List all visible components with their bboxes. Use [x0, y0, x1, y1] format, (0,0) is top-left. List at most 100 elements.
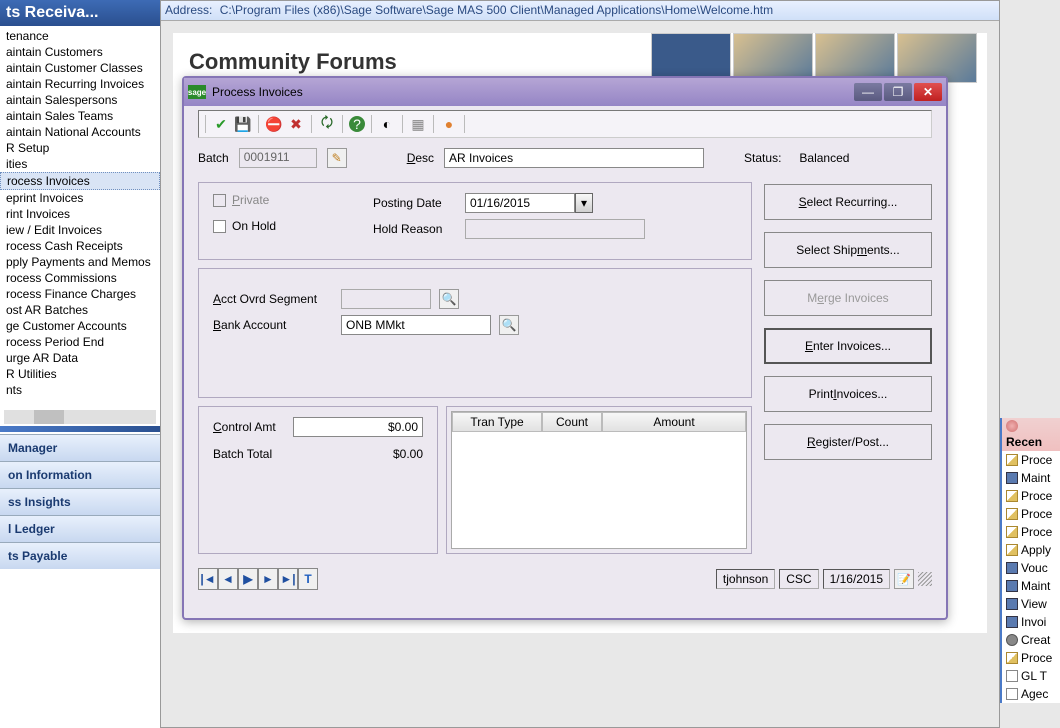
first-record-button[interactable]: |◄ [198, 568, 218, 590]
recent-item[interactable]: Invoi [1002, 613, 1060, 631]
last-record-button[interactable]: ►| [278, 568, 298, 590]
onhold-checkbox[interactable] [213, 220, 226, 233]
sidebar-item[interactable]: aintain Customers [0, 44, 160, 60]
recent-item[interactable]: View [1002, 595, 1060, 613]
sidebar-item[interactable]: nts [0, 382, 160, 398]
hold-reason-label: Hold Reason [373, 222, 459, 236]
sidebar-item[interactable]: aintain Sales Teams [0, 108, 160, 124]
enter-invoices-button[interactable]: Enter Invoices... [764, 328, 932, 364]
batch-label: Batch [198, 151, 229, 165]
hold-reason-field [465, 219, 645, 239]
recent-item[interactable]: Maint [1002, 469, 1060, 487]
sidebar-item[interactable]: iew / Edit Invoices [0, 222, 160, 238]
sidebar-section[interactable]: l Ledger [0, 515, 160, 542]
dialog-body: ✔ 💾 ⛔ ✖ 🗘 ? ◐ ▦ ● Batch 0001911 ✎ Desc [184, 106, 946, 598]
sidebar-item[interactable]: R Utilities [0, 366, 160, 382]
batch-lookup-button[interactable]: ✎ [327, 148, 347, 168]
recent-item[interactable]: Proce [1002, 451, 1060, 469]
chart-icon[interactable]: ◐ [378, 115, 396, 133]
sidebar-item[interactable]: rint Invoices [0, 206, 160, 222]
recent-item[interactable]: Maint [1002, 577, 1060, 595]
onhold-label: On Hold [232, 219, 276, 233]
chevron-down-icon[interactable]: ▾ [575, 193, 593, 213]
recent-item[interactable]: Proce [1002, 505, 1060, 523]
sidebar-item[interactable]: ities [0, 156, 160, 172]
scrollbar[interactable] [4, 410, 156, 424]
recent-item[interactable]: Proce [1002, 487, 1060, 505]
sidebar-section[interactable]: ts Payable [0, 542, 160, 569]
sidebar-item[interactable]: aintain Recurring Invoices [0, 76, 160, 92]
select-recurring-button[interactable]: Select Recurring... [764, 184, 932, 220]
tran-table: Tran Type Count Amount [451, 411, 747, 549]
status-label: Status: [744, 151, 781, 165]
sidebar-item[interactable]: rocess Finance Charges [0, 286, 160, 302]
sidebar-item[interactable]: tenance [0, 28, 160, 44]
sidebar-item[interactable]: urge AR Data [0, 350, 160, 366]
office-icon[interactable]: ● [440, 115, 458, 133]
refresh-icon[interactable]: 🗘 [318, 115, 336, 133]
recent-item[interactable]: Creat [1002, 631, 1060, 649]
sidebar-item[interactable]: rocess Period End [0, 334, 160, 350]
control-amt-input[interactable] [293, 417, 423, 437]
sidebar-item[interactable]: ge Customer Accounts [0, 318, 160, 334]
scroll-thumb[interactable] [34, 410, 64, 424]
recent-item[interactable]: Apply [1002, 541, 1060, 559]
recent-item[interactable]: Proce [1002, 649, 1060, 667]
prev-record-button[interactable]: ◄ [218, 568, 238, 590]
edit-status-button[interactable]: 📝 [894, 569, 914, 589]
recent-item[interactable]: Agec [1002, 685, 1060, 703]
bank-lookup-button[interactable]: 🔍 [499, 315, 519, 335]
help-icon[interactable]: ? [349, 116, 365, 132]
status-date: 1/16/2015 [823, 569, 890, 589]
sidebar-section[interactable]: ss Insights [0, 488, 160, 515]
cancel-icon[interactable]: ⛔ [265, 115, 283, 133]
delete-icon[interactable]: ✖ [287, 115, 305, 133]
item-icon [1006, 634, 1018, 646]
next-record-button[interactable]: ► [258, 568, 278, 590]
recent-item[interactable]: GL T [1002, 667, 1060, 685]
item-icon [1006, 652, 1018, 664]
sidebar-item[interactable]: aintain Salespersons [0, 92, 160, 108]
sidebar-item[interactable]: rocess Invoices [0, 172, 160, 190]
recent-item[interactable]: Proce [1002, 523, 1060, 541]
acct-lookup-button[interactable]: 🔍 [439, 289, 459, 309]
dialog-title: Process Invoices [212, 85, 854, 99]
maximize-button[interactable]: ❐ [884, 83, 912, 101]
item-icon [1006, 562, 1018, 574]
register-post-button[interactable]: Register/Post... [764, 424, 932, 460]
print-invoices-button[interactable]: Print Invoices... [764, 376, 932, 412]
record-nav-bar: |◄ ◄ ▶ ► ►| T tjohnson CSC 1/16/2015 📝 [198, 568, 932, 590]
sidebar-item[interactable]: rocess Commissions [0, 270, 160, 286]
sidebar-section[interactable]: Manager [0, 434, 160, 461]
desc-input[interactable] [444, 148, 704, 168]
resize-grip[interactable] [918, 572, 932, 586]
sidebar-item[interactable]: aintain National Accounts [0, 124, 160, 140]
grid-icon[interactable]: ▦ [409, 115, 427, 133]
posting-date-input[interactable] [465, 193, 575, 213]
sidebar-item[interactable]: aintain Customer Classes [0, 60, 160, 76]
recent-header: Recen [1002, 418, 1060, 451]
sidebar-item[interactable]: ost AR Batches [0, 302, 160, 318]
titlebar[interactable]: sage Process Invoices — ❐ ✕ [184, 78, 946, 106]
bank-account-input[interactable] [341, 315, 491, 335]
sidebar-item[interactable]: pply Payments and Memos [0, 254, 160, 270]
close-button[interactable]: ✕ [914, 83, 942, 101]
finish-icon[interactable]: ✔ [212, 115, 230, 133]
address-label: Address: [165, 3, 212, 17]
stop-button[interactable]: ▶ [238, 568, 258, 590]
minimize-button[interactable]: — [854, 83, 882, 101]
sidebar-item[interactable]: rocess Cash Receipts [0, 238, 160, 254]
posting-date-field[interactable]: ▾ [465, 193, 593, 213]
sidebar-section[interactable]: on Information [0, 461, 160, 488]
left-menu: tenanceaintain Customersaintain Customer… [0, 26, 160, 408]
sidebar-item[interactable]: eprint Invoices [0, 190, 160, 206]
item-icon [1006, 616, 1018, 628]
sidebar-item[interactable]: R Setup [0, 140, 160, 156]
recent-item[interactable]: Vouc [1002, 559, 1060, 577]
left-sidebar: ts Receiva... tenanceaintain Customersai… [0, 0, 160, 728]
status-user: tjohnson [716, 569, 775, 589]
save-icon[interactable]: 💾 [234, 115, 252, 133]
select-shipments-button[interactable]: Select Shipments... [764, 232, 932, 268]
filter-button[interactable]: T [298, 568, 318, 590]
merge-invoices-button: Merge Invoices [764, 280, 932, 316]
